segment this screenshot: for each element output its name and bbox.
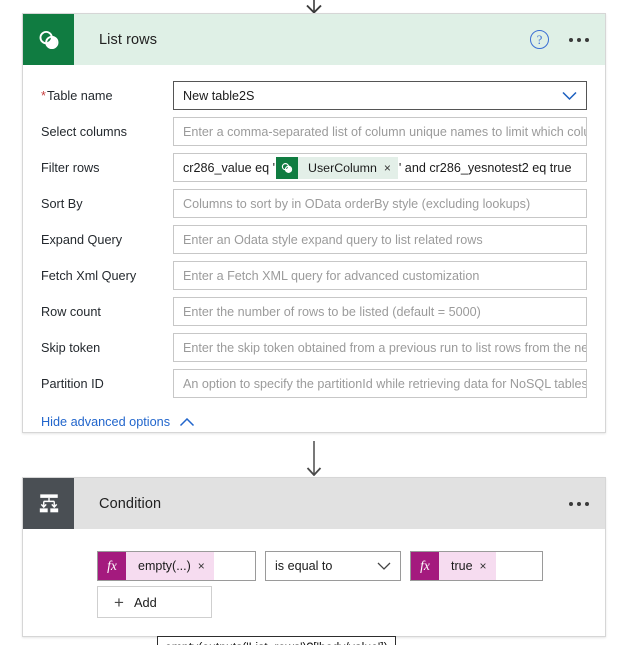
filter-prefix-text: cr286_value eq ' — [183, 160, 276, 175]
list-rows-header[interactable]: List rows ? — [23, 14, 605, 65]
dataverse-swirl-glyph — [39, 30, 58, 49]
required-asterisk: * — [41, 88, 46, 103]
expression-token-left[interactable]: fx empty(...) × — [98, 552, 214, 580]
expression-token-right-remove-icon[interactable]: × — [480, 560, 496, 572]
label-skip-token: Skip token — [41, 340, 101, 355]
field-row-skip-token: Skip token Enter the skip token obtained… — [41, 331, 587, 364]
ellipsis-icon[interactable] — [565, 32, 593, 48]
label-fetch-xml-query: Fetch Xml Query — [41, 268, 137, 283]
token-label: UserColumn — [308, 160, 377, 175]
condition-operator-dropdown[interactable]: is equal to — [265, 551, 401, 581]
filter-rows-input[interactable]: cr286_value eq ' UserColumn × ' and cr28… — [173, 153, 587, 182]
skip-token-input[interactable]: Enter the skip token obtained from a pre… — [173, 333, 587, 362]
field-row-select-columns: Select columns Enter a comma-separated l… — [41, 115, 587, 148]
connector-arrow-middle — [0, 441, 628, 476]
dataverse-icon — [23, 14, 74, 65]
expand-query-input[interactable]: Enter an Odata style expand query to lis… — [173, 225, 587, 254]
list-rows-form: *Table name New table2S Select columns E… — [23, 65, 605, 400]
condition-header-actions — [565, 478, 593, 529]
field-row-sort-by: Sort By Columns to sort by in OData orde… — [41, 187, 587, 220]
hide-advanced-options-label: Hide advanced options — [41, 415, 171, 429]
list-rows-card[interactable]: List rows ? *Table name New table2S Sele… — [22, 13, 606, 433]
expression-token-left-remove-icon[interactable]: × — [198, 560, 214, 572]
label-partition-id: Partition ID — [41, 376, 104, 391]
condition-card[interactable]: Condition fx empty(...) × is equal to fx… — [22, 477, 606, 645]
ellipsis-icon[interactable] — [565, 496, 593, 512]
field-row-expand-query: Expand Query Enter an Odata style expand… — [41, 223, 587, 256]
list-rows-title: List rows — [99, 31, 158, 48]
down-arrow-icon — [306, 441, 322, 476]
partition-id-input[interactable]: An option to specify the partitionId whi… — [173, 369, 587, 398]
label-sort-by: Sort By — [41, 196, 83, 211]
row-count-input[interactable]: Enter the number of rows to be listed (d… — [173, 297, 587, 326]
condition-operator-value: is equal to — [275, 559, 333, 573]
dataverse-swirl-glyph-small — [281, 162, 293, 173]
table-name-dropdown[interactable]: New table2S — [173, 81, 587, 110]
flow-designer-canvas: List rows ? *Table name New table2S Sele… — [0, 0, 628, 645]
token-remove-icon[interactable]: × — [384, 162, 398, 174]
down-arrow-icon — [306, 0, 322, 13]
label-table-name: *Table name — [41, 88, 113, 103]
dataverse-column-token[interactable]: UserColumn × — [276, 156, 398, 179]
fetch-xml-query-input[interactable]: Enter a Fetch XML query for advanced cus… — [173, 261, 587, 290]
field-row-table-name: *Table name New table2S — [41, 79, 587, 112]
hide-advanced-options-link[interactable]: Hide advanced options — [41, 415, 195, 429]
label-expand-query: Expand Query — [41, 232, 123, 247]
fx-icon: fx — [411, 552, 439, 580]
condition-right-operand[interactable]: fx true × — [410, 551, 543, 581]
expression-token-right[interactable]: fx true × — [411, 552, 496, 580]
fx-icon: fx — [98, 552, 126, 580]
label-filter-rows: Filter rows — [41, 160, 100, 175]
chevron-down-icon — [377, 562, 391, 570]
condition-title: Condition — [99, 495, 162, 512]
condition-header[interactable]: Condition — [23, 478, 605, 529]
label-select-columns: Select columns — [41, 124, 128, 139]
filter-suffix-text: ' and cr286_yesnotest2 eq true — [398, 160, 572, 175]
chevron-up-icon — [180, 417, 195, 426]
add-condition-label: Add — [133, 594, 157, 610]
expression-token-right-label: true — [451, 559, 473, 573]
field-row-row-count: Row count Enter the number of rows to be… — [41, 295, 587, 328]
connector-arrow-top — [0, 0, 628, 13]
condition-expression-row: fx empty(...) × is equal to fx true × — [97, 551, 605, 581]
table-name-value: New table2S — [183, 88, 255, 103]
field-row-fetch-xml-query: Fetch Xml Query Enter a Fetch XML query … — [41, 259, 587, 292]
help-circle-icon[interactable]: ? — [530, 30, 549, 49]
dataverse-icon-small — [276, 156, 299, 179]
label-row-count: Row count — [41, 304, 101, 319]
condition-body: fx empty(...) × is equal to fx true × + … — [23, 529, 605, 645]
field-row-filter-rows: Filter rows cr286_value eq ' UserColumn … — [41, 151, 587, 184]
expression-token-left-label: empty(...) — [138, 559, 191, 573]
field-row-partition-id: Partition ID An option to specify the pa… — [41, 367, 587, 400]
condition-branch-glyph — [39, 493, 58, 512]
select-columns-input[interactable]: Enter a comma-separated list of column u… — [173, 117, 587, 146]
add-condition-button[interactable]: + Add — [97, 586, 212, 618]
expression-tooltip: empty(outputs('List_rows')?['body/value'… — [157, 636, 396, 645]
chevron-down-icon — [562, 91, 577, 100]
sort-by-input[interactable]: Columns to sort by in OData orderBy styl… — [173, 189, 587, 218]
condition-branch-icon — [23, 478, 74, 529]
condition-left-operand[interactable]: fx empty(...) × — [97, 551, 256, 581]
list-rows-header-actions: ? — [530, 14, 593, 65]
plus-icon: + — [114, 592, 124, 612]
